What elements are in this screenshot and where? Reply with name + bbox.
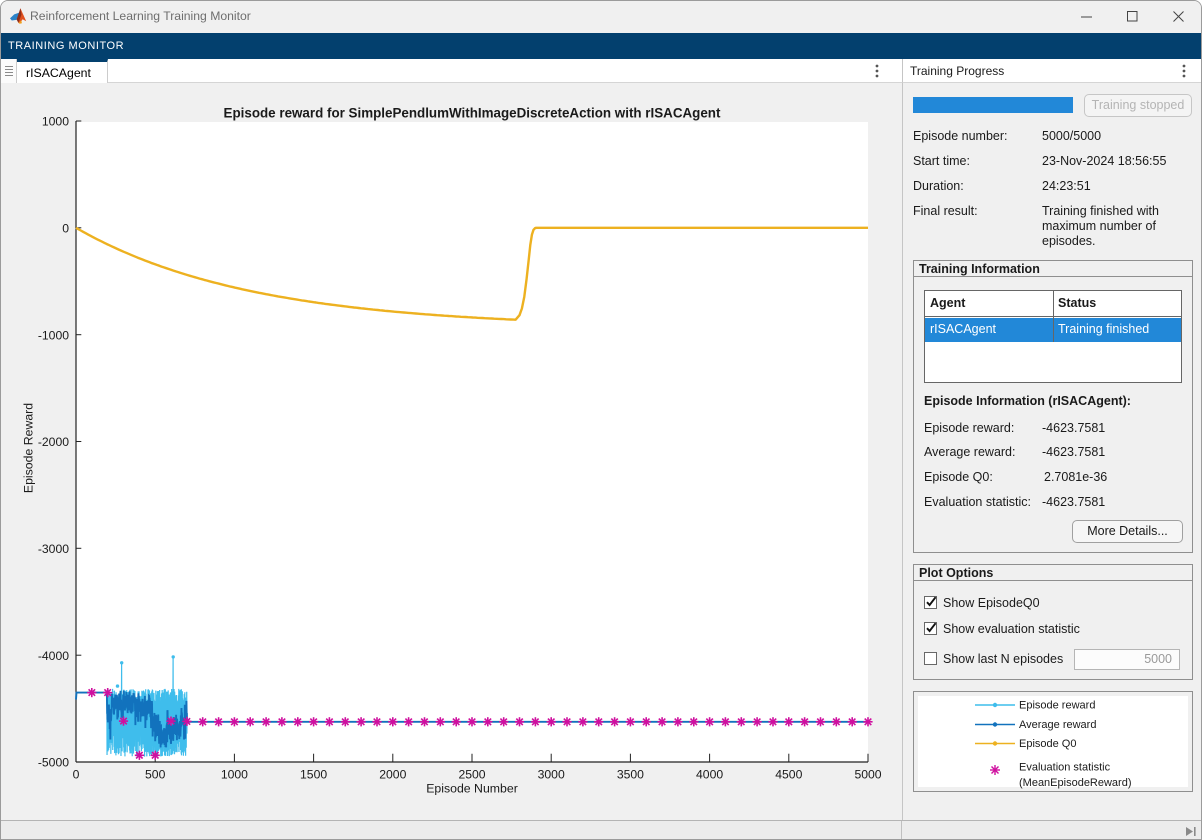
svg-text:4000: 4000 [696, 767, 723, 781]
svg-text:Episode Q0: Episode Q0 [1019, 738, 1076, 750]
svg-text:2500: 2500 [458, 767, 485, 781]
svg-text:Episode reward for SimplePendl: Episode reward for SimplePendlumWithImag… [224, 106, 721, 121]
svg-text:-4000: -4000 [38, 649, 69, 663]
svg-text:500: 500 [145, 767, 166, 781]
svg-text:1000: 1000 [42, 115, 69, 129]
svg-text:2000: 2000 [379, 767, 406, 781]
svg-text:Episode Number: Episode Number [426, 781, 518, 795]
svg-text:3500: 3500 [617, 767, 644, 781]
svg-text:-1000: -1000 [38, 328, 69, 342]
svg-text:0: 0 [73, 767, 80, 781]
svg-text:-2000: -2000 [38, 435, 69, 449]
svg-text:-3000: -3000 [38, 542, 69, 556]
svg-text:Average reward: Average reward [1019, 719, 1096, 731]
svg-text:1000: 1000 [221, 767, 248, 781]
svg-text:3000: 3000 [538, 767, 565, 781]
svg-text:5000: 5000 [854, 767, 881, 781]
svg-text:0: 0 [62, 221, 69, 235]
svg-text:-5000: -5000 [38, 756, 69, 770]
svg-text:(MeanEpisodeReward): (MeanEpisodeReward) [1019, 777, 1132, 789]
svg-text:4500: 4500 [775, 767, 802, 781]
svg-text:1500: 1500 [300, 767, 327, 781]
svg-text:Episode Reward: Episode Reward [22, 403, 36, 493]
svg-text:Episode reward: Episode reward [1019, 700, 1095, 712]
svg-text:Evaluation statistic: Evaluation statistic [1019, 762, 1111, 774]
